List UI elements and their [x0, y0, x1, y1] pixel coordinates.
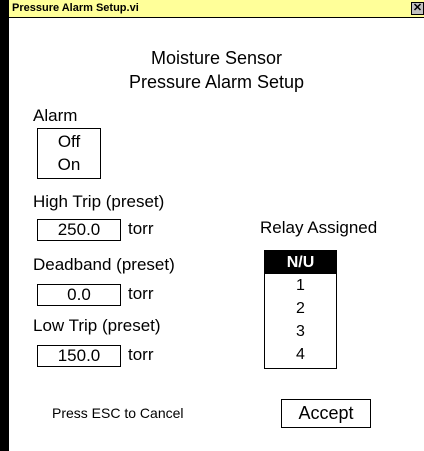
high-trip-label: High Trip (preset) [33, 192, 165, 211]
relay-option-3[interactable]: 3 [265, 320, 336, 343]
relay-label: Relay Assigned [260, 218, 378, 237]
low-trip-unit: torr [128, 345, 154, 364]
deadband-input[interactable]: 0.0 [37, 284, 121, 306]
low-trip-label: Low Trip (preset) [33, 316, 161, 335]
header-line-2: Pressure Alarm Setup [128, 72, 305, 92]
alarm-label: Alarm [33, 106, 78, 125]
relay-selector[interactable]: N/U 1 2 3 4 [264, 250, 337, 369]
alarm-setup-window: Pressure Alarm Setup.vi ✕ Moisture Senso… [0, 0, 424, 451]
relay-option-2[interactable]: 2 [265, 297, 336, 320]
esc-cancel-hint: Press ESC to Cancel [52, 405, 184, 421]
high-trip-input[interactable]: 250.0 [37, 219, 121, 241]
alarm-option-off[interactable]: Off [38, 132, 100, 152]
title-bar[interactable]: Pressure Alarm Setup.vi ✕ [9, 0, 424, 18]
window-title: Pressure Alarm Setup.vi [12, 2, 139, 14]
high-trip-unit: torr [128, 219, 154, 238]
alarm-option-on[interactable]: On [38, 155, 100, 175]
relay-option-nu[interactable]: N/U [265, 251, 336, 274]
relay-option-1[interactable]: 1 [265, 274, 336, 297]
alarm-selector[interactable]: Off On [37, 128, 101, 179]
deadband-unit: torr [128, 284, 154, 303]
accept-button[interactable]: Accept [281, 399, 371, 428]
close-icon[interactable]: ✕ [411, 2, 424, 15]
header-line-1: Moisture Sensor [150, 48, 283, 68]
deadband-label: Deadband (preset) [33, 255, 175, 274]
low-trip-input[interactable]: 150.0 [37, 345, 121, 367]
relay-option-4[interactable]: 4 [265, 343, 336, 366]
